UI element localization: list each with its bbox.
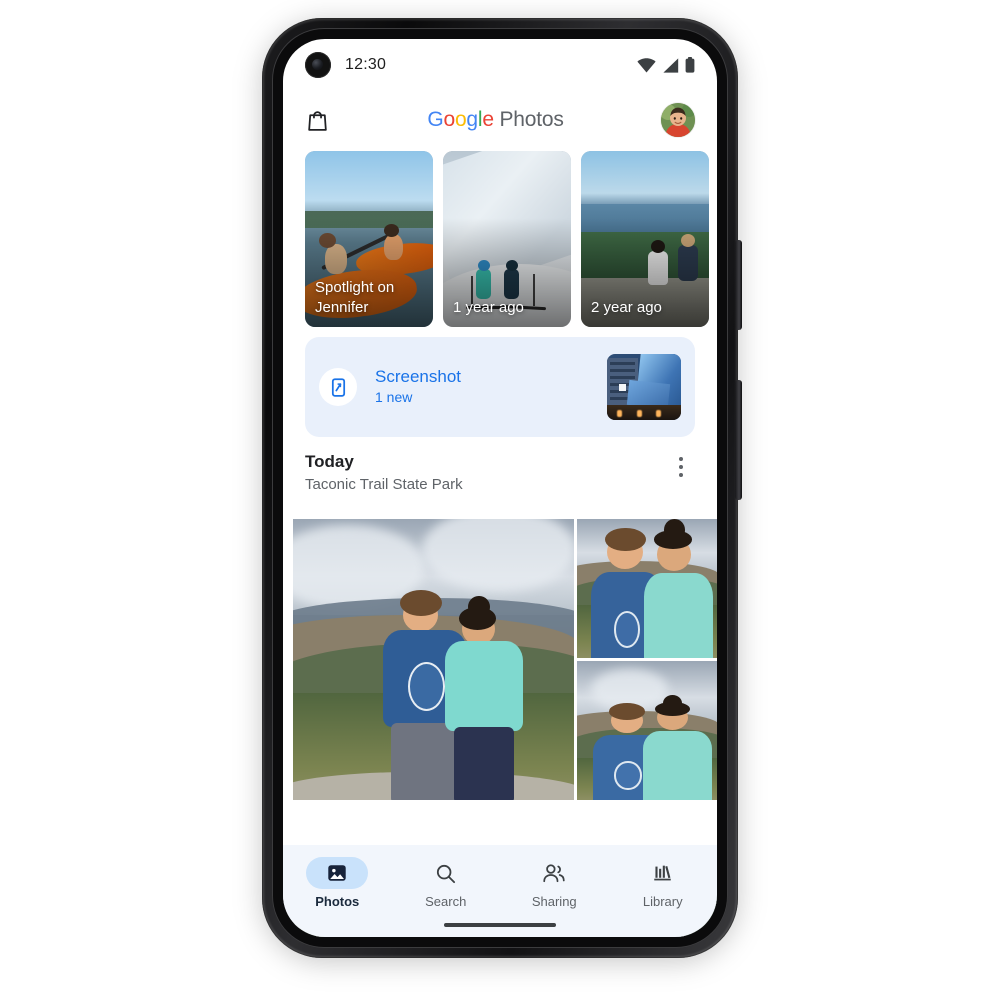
screenshot-thumbnail[interactable] (607, 354, 681, 420)
person-right (644, 519, 714, 658)
nav-item-photos[interactable]: Photos (283, 857, 392, 909)
screenshot-card-title: Screenshot (375, 367, 461, 387)
memory-card[interactable]: 2 year ago (581, 151, 709, 327)
photo-thumbnail-large[interactable] (293, 519, 574, 800)
nav-pill (415, 857, 477, 889)
screenshot-icon-circle (319, 368, 357, 406)
brand-letter-o1: o (443, 108, 455, 131)
brand-letter-o2: o (454, 108, 467, 131)
nav-label-sharing: Sharing (531, 894, 577, 909)
memory-label: 2 year ago (591, 298, 662, 316)
nav-label-photos: Photos (315, 894, 360, 909)
app-bar: Google Photos (283, 91, 717, 149)
photo-thumbnail[interactable] (576, 661, 717, 800)
screenshot-suggestion-card[interactable]: Screenshot 1 new (305, 337, 695, 437)
page-title: Google Photos (427, 108, 564, 132)
today-section-header: Today Taconic Trail State Park (305, 451, 695, 507)
brand-product-word: Photos (493, 108, 564, 131)
screenshot-device-icon (331, 377, 345, 397)
cellular-signal-icon (663, 57, 679, 73)
photo-grid (293, 519, 717, 881)
nav-item-library[interactable]: Library (609, 857, 718, 909)
shopping-bag-icon[interactable] (305, 108, 330, 133)
screenshot-canvas: 12:30 Google Photos Spotlight on Jennife… (0, 0, 1000, 1000)
screenshot-card-text: Screenshot 1 new (375, 366, 461, 408)
bottom-navigation-bar: Photos Search Sharing Library (283, 845, 717, 937)
status-bar: 12:30 (283, 39, 717, 91)
person-right (444, 595, 524, 800)
nav-label-search: Search (425, 894, 467, 909)
screenshot-card-subtitle: 1 new (375, 389, 413, 406)
brand-letter-g: G (427, 108, 444, 131)
more-vert-icon[interactable] (667, 453, 695, 481)
memory-label: Spotlight on Jennifer (315, 279, 395, 316)
power-button[interactable] (735, 380, 742, 500)
section-subtitle: Taconic Trail State Park (305, 475, 463, 493)
people-icon (543, 863, 565, 882)
nav-pill (632, 857, 694, 889)
avatar[interactable] (661, 103, 695, 137)
photo-icon (328, 865, 346, 881)
memory-card[interactable]: 1 year ago (443, 151, 571, 327)
today-text-block: Today Taconic Trail State Park (305, 451, 463, 496)
wifi-icon (637, 57, 656, 72)
memory-label: 1 year ago (453, 298, 524, 316)
library-icon (654, 865, 671, 881)
nav-active-pill (306, 857, 369, 889)
status-icons (637, 57, 695, 73)
phone-screen: 12:30 Google Photos Spotlight on Jennife… (283, 39, 717, 937)
nav-item-search[interactable]: Search (392, 857, 501, 909)
nav-pill (523, 857, 585, 889)
front-camera-punch-hole (305, 52, 331, 78)
nav-item-sharing[interactable]: Sharing (500, 857, 609, 909)
battery-icon (685, 57, 695, 73)
person-right (643, 694, 712, 800)
section-title: Today (305, 452, 354, 471)
brand-letter-g2: g (466, 108, 478, 131)
volume-button[interactable] (735, 240, 742, 330)
gesture-home-indicator[interactable] (444, 923, 556, 927)
photo-thumbnail[interactable] (576, 519, 717, 658)
nav-label-library: Library (642, 894, 683, 909)
memory-card[interactable]: Spotlight on Jennifer (305, 151, 433, 327)
brand-letter-e: e (482, 108, 494, 131)
search-icon (437, 864, 456, 883)
memories-carousel[interactable]: Spotlight on Jennifer 1 year ago 2 year … (283, 151, 717, 327)
status-time: 12:30 (345, 56, 387, 73)
